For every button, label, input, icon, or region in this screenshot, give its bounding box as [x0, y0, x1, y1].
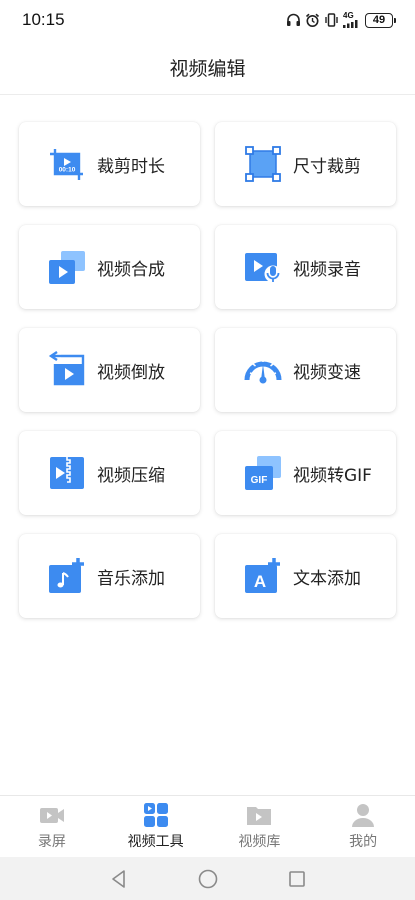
status-bar: 10:15 4G 49	[0, 0, 415, 40]
tool-grid: 00:10 裁剪时长 尺寸裁剪 视频合成 视频录音 视频倒放 视频变速 视频压缩…	[19, 122, 396, 618]
add-music-icon	[47, 556, 87, 596]
resize-crop-icon	[243, 144, 283, 184]
nav-label: 录屏	[37, 834, 66, 850]
nav-item-screen-record[interactable]: 录屏	[0, 796, 104, 857]
bottom-nav: 录屏 视频工具 视频库 我的	[0, 795, 415, 857]
video-record-audio-icon	[243, 247, 283, 287]
screen-record-icon	[39, 802, 65, 828]
status-icons: 4G 49	[286, 12, 396, 28]
signal-group: 4G	[343, 12, 361, 28]
signal-bars-icon	[343, 20, 361, 28]
profile-icon	[350, 802, 376, 828]
vibrate-icon	[324, 13, 339, 27]
video-merge-icon	[47, 247, 87, 287]
tool-label: 视频倒放	[97, 362, 165, 383]
tool-label: 视频录音	[293, 259, 361, 280]
tool-label: 文本添加	[293, 568, 361, 589]
video-reverse-icon	[47, 350, 87, 390]
tool-label: 尺寸裁剪	[293, 156, 361, 177]
system-nav-bar	[0, 857, 415, 900]
tool-card-size-crop[interactable]: 尺寸裁剪	[215, 122, 396, 206]
nav-item-video-tools[interactable]: 视频工具	[104, 796, 208, 857]
crop-duration-icon: 00:10	[47, 144, 87, 184]
tool-card-add-text[interactable]: A 文本添加	[215, 534, 396, 618]
tool-card-video-compress[interactable]: 视频压缩	[19, 431, 200, 515]
svg-text:A: A	[254, 572, 266, 591]
tool-card-video-record-audio[interactable]: 视频录音	[215, 225, 396, 309]
svg-text:00:10: 00:10	[59, 167, 76, 174]
add-text-icon: A	[243, 556, 283, 596]
zip-compress-icon	[47, 453, 87, 493]
page-header: 视频编辑	[0, 40, 415, 95]
tool-label: 视频压缩	[97, 465, 165, 486]
speedometer-icon	[243, 350, 283, 390]
headphones-icon	[286, 13, 301, 27]
nav-item-video-library[interactable]: 视频库	[208, 796, 312, 857]
tool-card-video-speed[interactable]: 视频变速	[215, 328, 396, 412]
nav-label: 视频工具	[127, 834, 184, 850]
nav-item-profile[interactable]: 我的	[311, 796, 415, 857]
svg-text:GIF: GIF	[251, 475, 268, 486]
home-icon[interactable]	[197, 868, 219, 890]
tool-card-add-music[interactable]: 音乐添加	[19, 534, 200, 618]
network-type: 4G	[343, 11, 354, 20]
tool-label: 视频合成	[97, 259, 165, 280]
recents-icon[interactable]	[287, 869, 307, 889]
back-icon[interactable]	[109, 869, 129, 889]
tool-label: 视频转GIF	[293, 465, 372, 486]
nav-label: 我的	[349, 834, 378, 850]
battery-indicator: 49	[365, 12, 396, 28]
tool-card-video-reverse[interactable]: 视频倒放	[19, 328, 200, 412]
alarm-icon	[305, 13, 320, 28]
nav-label: 视频库	[238, 834, 281, 850]
tool-label: 音乐添加	[97, 568, 165, 589]
status-time: 10:15	[22, 10, 65, 29]
tool-card-trim-duration[interactable]: 00:10 裁剪时长	[19, 122, 200, 206]
video-tools-icon	[143, 802, 169, 828]
tool-card-video-merge[interactable]: 视频合成	[19, 225, 200, 309]
page-title: 视频编辑	[169, 57, 246, 80]
tool-card-video-to-gif[interactable]: GIF 视频转GIF	[215, 431, 396, 515]
tool-label: 视频变速	[293, 362, 361, 383]
video-library-icon	[246, 802, 272, 828]
tool-label: 裁剪时长	[97, 156, 165, 177]
gif-convert-icon: GIF	[243, 453, 283, 493]
